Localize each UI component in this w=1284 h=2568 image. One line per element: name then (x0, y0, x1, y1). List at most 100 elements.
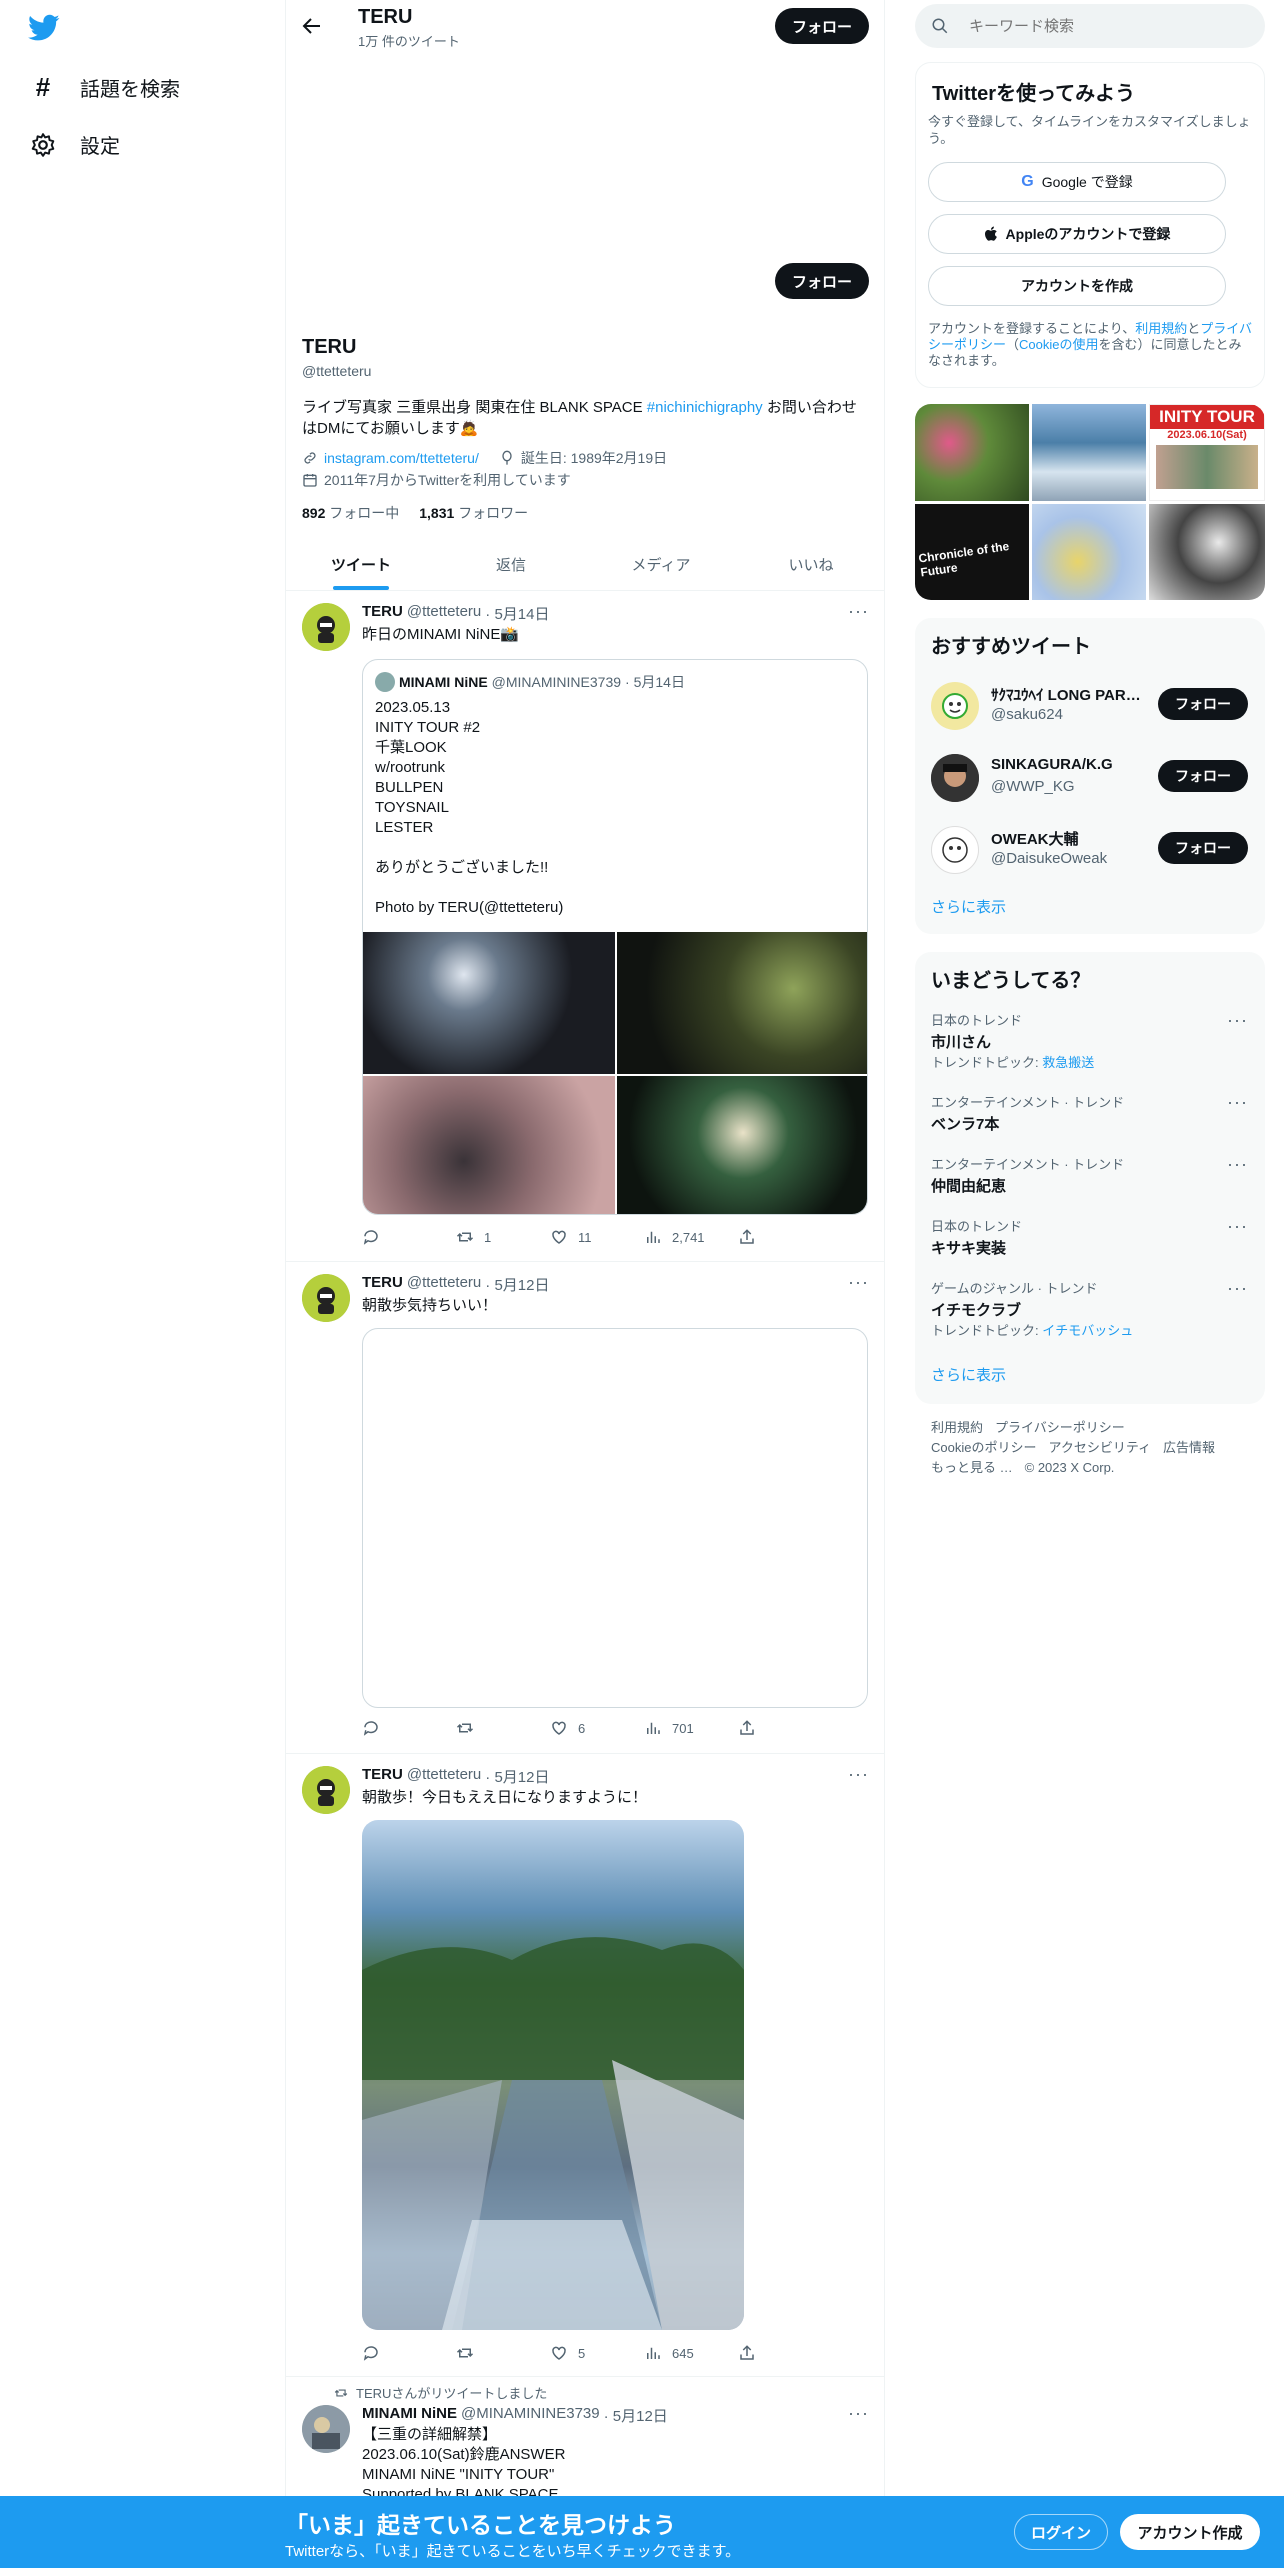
views-button[interactable]: 645 (644, 2344, 738, 2362)
avatar[interactable] (302, 1274, 350, 1322)
banner-signup-button[interactable]: アカウント作成 (1120, 2514, 1260, 2550)
tweet-author-name[interactable]: TERU (362, 1274, 403, 1295)
back-arrow-icon[interactable] (300, 14, 324, 38)
tab-replies[interactable]: 返信 (436, 550, 586, 590)
more-icon[interactable]: ··· (848, 1764, 869, 1785)
suggestion-follow-button[interactable]: フォロー (1158, 688, 1248, 720)
media-tile[interactable] (1149, 504, 1265, 600)
following-stat[interactable]: 892 フォロー中 (302, 503, 399, 523)
trend-topic-link[interactable]: 救急搬送 (1042, 1055, 1094, 1070)
avatar[interactable] (302, 2405, 350, 2453)
more-icon[interactable]: ··· (1227, 1278, 1248, 1299)
avatar[interactable] (302, 1766, 350, 1814)
tweet-author-handle[interactable]: @MINAMININE3739 (461, 2405, 600, 2426)
follow-suggestion[interactable]: OWEAK大輔 @DaisukeOweak フォロー (915, 814, 1265, 886)
retweeted-by[interactable]: TERUさんがリツイートしました (356, 2383, 547, 2402)
bio-hashtag-link[interactable]: #nichinichigraphy (647, 399, 763, 416)
media-tile[interactable] (915, 404, 1029, 501)
suggestion-follow-button[interactable]: フォロー (1158, 832, 1248, 864)
footer-link[interactable]: アクセシビリティ (1048, 1440, 1151, 1455)
footer-link[interactable]: プライバシーポリシー (995, 1420, 1125, 1435)
more-icon[interactable]: ··· (1227, 1010, 1248, 1031)
media-tile[interactable]: Chronicle of the Future (915, 504, 1029, 600)
tweet-author-handle[interactable]: @ttetteteru (407, 603, 481, 624)
more-icon[interactable]: ··· (1227, 1092, 1248, 1113)
share-button[interactable] (738, 2344, 832, 2362)
media-tile[interactable] (1032, 404, 1146, 501)
tweet[interactable]: TERU @ttetteteru · 5月12日 ··· 朝散歩！今日もええ日に… (286, 1754, 884, 2376)
footer-link[interactable]: Cookieのポリシー (931, 1440, 1036, 1455)
avatar[interactable] (302, 603, 350, 651)
media-tile[interactable]: INITY TOUR 2023.06.10(Sat) (1149, 404, 1265, 501)
reply-button[interactable] (362, 1719, 456, 1737)
tweet-author-handle[interactable]: @ttetteteru (407, 1274, 481, 1295)
tab-tweets[interactable]: ツイート (286, 550, 436, 590)
followers-stat[interactable]: 1,831 フォロワー (419, 503, 528, 523)
trend-topic-link[interactable]: イチモバッシュ (1042, 1323, 1133, 1338)
tweet-photo-river[interactable] (362, 1820, 744, 2330)
header-follow-button[interactable]: フォロー (775, 8, 869, 44)
share-button[interactable] (738, 1228, 832, 1246)
apple-signup-button[interactable]: Appleのアカウントで登録 (928, 214, 1226, 254)
reply-button[interactable] (362, 1228, 456, 1246)
more-icon[interactable]: ··· (1227, 1154, 1248, 1175)
retweet-button[interactable] (456, 1719, 550, 1737)
like-button[interactable]: 11 (550, 1228, 644, 1246)
tweet-date[interactable]: · 5月12日 (485, 1274, 549, 1295)
tweet-date[interactable]: · 5月12日 (485, 1766, 549, 1787)
more-icon[interactable]: ··· (848, 2403, 869, 2424)
tweet-author-name[interactable]: TERU (362, 603, 403, 624)
more-icon[interactable]: ··· (848, 1272, 869, 1293)
views-button[interactable]: 701 (644, 1719, 738, 1737)
trends-show-more[interactable]: さらに表示 (931, 1364, 1006, 1385)
quote-photo[interactable] (363, 1076, 615, 1214)
twitter-logo-icon[interactable] (28, 14, 60, 42)
tweet-media-placeholder[interactable] (362, 1328, 868, 1708)
tweet-date[interactable]: · 5月14日 (485, 603, 549, 624)
suggestion-follow-button[interactable]: フォロー (1158, 760, 1248, 792)
quote-photo[interactable] (363, 932, 615, 1074)
media-tile[interactable] (1032, 504, 1146, 600)
nav-explore[interactable]: # 話題を検索 (28, 72, 180, 103)
google-signup-button[interactable]: G Google で登録 (928, 162, 1226, 202)
cookie-link[interactable]: Cookieの使用 (1019, 337, 1098, 352)
retweet-button[interactable] (456, 2344, 550, 2362)
nav-settings[interactable]: 設定 (28, 130, 120, 159)
tweet-author-name[interactable]: MINAMI NiNE (362, 2405, 457, 2426)
trend-item[interactable]: 日本のトレンド 市川さん トレンドトピック: 救急搬送 ··· (931, 1010, 1261, 1071)
footer-link[interactable]: 広告情報 (1163, 1440, 1215, 1455)
trend-item[interactable]: 日本のトレンド キサキ実装 ··· (931, 1216, 1261, 1258)
trend-item[interactable]: エンターテインメント · トレンド ベンラ7本 ··· (931, 1092, 1261, 1134)
tab-likes[interactable]: いいね (736, 550, 886, 590)
quote-photo[interactable] (617, 932, 867, 1074)
follow-suggestion[interactable]: SINKAGURA/K.G @WWP_KG フォロー (915, 742, 1265, 814)
more-icon[interactable]: ··· (1227, 1216, 1248, 1237)
quote-photo[interactable] (617, 1076, 867, 1214)
trend-item[interactable]: エンターテインメント · トレンド 仲間由紀恵 ··· (931, 1154, 1261, 1196)
trend-item[interactable]: ゲームのジャンル · トレンド イチモクラブ トレンドトピック: イチモバッシュ… (931, 1278, 1261, 1339)
retweet-button[interactable]: 1 (456, 1228, 550, 1246)
search-input[interactable] (969, 14, 1249, 38)
tweet-author-handle[interactable]: @ttetteteru (407, 1766, 481, 1787)
banner-login-button[interactable]: ログイン (1014, 2514, 1108, 2550)
profile-follow-button[interactable]: フォロー (775, 263, 869, 299)
follow-suggestion[interactable]: ｻｸﾏﾕｳﾍｲ LONG PAR… @saku624 フォロー (915, 670, 1265, 742)
share-button[interactable] (738, 1719, 832, 1737)
views-button[interactable]: 2,741 (644, 1228, 738, 1246)
reply-button[interactable] (362, 2344, 456, 2362)
search-box[interactable] (915, 4, 1265, 48)
tweet[interactable]: TERU @ttetteteru · 5月12日 ··· 朝散歩気持ちいい！ 6… (286, 1262, 884, 1752)
more-icon[interactable]: ··· (848, 601, 869, 622)
tweet-date[interactable]: · 5月12日 (604, 2405, 668, 2426)
terms-link[interactable]: 利用規約 (1135, 321, 1187, 336)
footer-more-link[interactable]: もっと見る … (931, 1460, 1013, 1475)
tab-media[interactable]: メディア (586, 550, 736, 590)
footer-link[interactable]: 利用規約 (931, 1420, 983, 1435)
tweet[interactable]: TERUさんがリツイートしました MINAMI NiNE @MINAMININE… (286, 2377, 884, 2496)
who-to-follow-show-more[interactable]: さらに表示 (931, 896, 1006, 917)
tweet[interactable]: TERU @ttetteteru · 5月14日 ··· 昨日のMINAMI N… (286, 591, 884, 1261)
profile-website-link[interactable]: instagram.com/ttetteteru/ (324, 450, 479, 466)
tweet-author-name[interactable]: TERU (362, 1766, 403, 1787)
like-button[interactable]: 6 (550, 1719, 644, 1737)
quote-tweet[interactable]: MINAMI NiNE @MINAMININE3739 · 5月14日 2023… (362, 659, 868, 1215)
